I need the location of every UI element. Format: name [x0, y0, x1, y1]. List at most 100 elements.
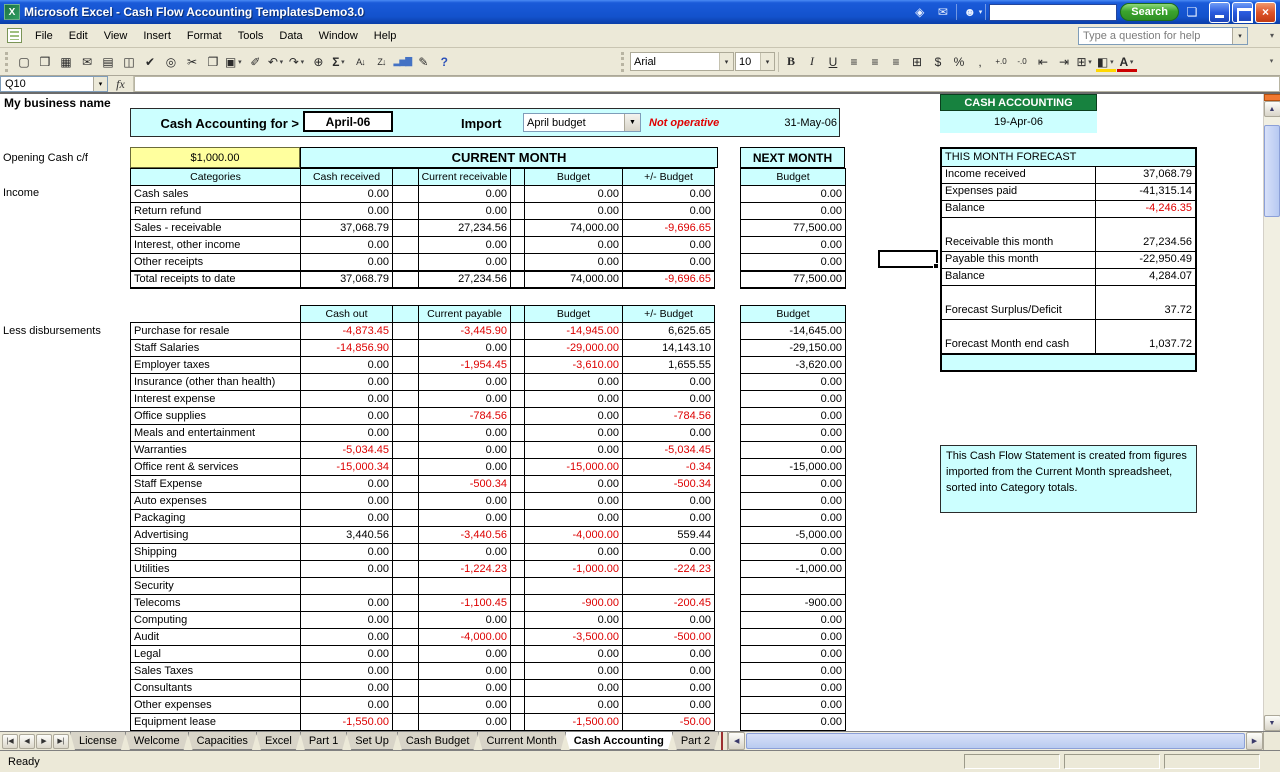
copy-icon[interactable]: ❐	[203, 52, 223, 72]
current-payable-cell[interactable]: 0.00	[419, 646, 511, 663]
cash-out-cell[interactable]: 3,440.56	[301, 527, 393, 544]
align-right-icon[interactable]: ≡	[886, 52, 906, 72]
tab-license[interactable]: License	[70, 732, 126, 750]
gap-cell[interactable]	[511, 357, 525, 374]
category-cell[interactable]: Return refund	[131, 203, 301, 220]
forecast-value[interactable]	[1095, 286, 1195, 303]
gap-cell[interactable]	[393, 544, 419, 561]
budget-cell[interactable]: -29,000.00	[525, 340, 623, 357]
forecast-value[interactable]: 37.72	[1095, 303, 1195, 319]
cash-received-cell[interactable]: 0.00	[301, 254, 393, 271]
vs-budget-cell[interactable]: 0.00	[623, 493, 715, 510]
menu-item[interactable]: File	[27, 26, 61, 46]
increase-decimal-icon[interactable]: +.0	[991, 52, 1011, 72]
next-budget-cell[interactable]: 0.00	[741, 476, 846, 493]
budget-cell[interactable]: -900.00	[525, 595, 623, 612]
gap-cell[interactable]	[511, 697, 525, 714]
cash-out-cell[interactable]: 0.00	[301, 612, 393, 629]
vs-budget-cell[interactable]: 0.00	[623, 510, 715, 527]
cash-out-cell[interactable]: 0.00	[301, 595, 393, 612]
help-icon[interactable]: ?	[434, 52, 454, 72]
next-budget-cell[interactable]: -900.00	[741, 595, 846, 612]
vs-budget-cell[interactable]: 0.00	[623, 237, 715, 254]
titlebar-compose-icon[interactable]: ❏	[1182, 3, 1202, 21]
gap-cell[interactable]	[511, 186, 525, 203]
vs-budget-cell[interactable]: 1,655.55	[623, 357, 715, 374]
tab-part-1[interactable]: Part 1	[300, 732, 347, 750]
current-date-cell[interactable]: 31-May-06	[765, 117, 837, 129]
gap-cell[interactable]	[511, 254, 525, 271]
gap-cell[interactable]	[393, 357, 419, 374]
budget-cell[interactable]: 0.00	[525, 186, 623, 203]
gap-cell[interactable]	[393, 493, 419, 510]
decrease-decimal-icon[interactable]: -.0	[1012, 52, 1032, 72]
gap-cell[interactable]	[511, 646, 525, 663]
budget-cell[interactable]: 0.00	[525, 510, 623, 527]
menu-item[interactable]: Data	[271, 26, 310, 46]
vs-budget-cell[interactable]: -9,696.65	[623, 271, 715, 288]
toolbar-grip[interactable]	[5, 52, 11, 72]
tab-set-up[interactable]: Set Up	[346, 732, 398, 750]
category-cell[interactable]: Consultants	[131, 680, 301, 697]
cash-out-cell[interactable]: 0.00	[301, 357, 393, 374]
scroll-up-icon[interactable]: ▲	[1264, 101, 1280, 117]
budget-cell[interactable]	[525, 578, 623, 595]
vs-budget-cell[interactable]: 0.00	[623, 425, 715, 442]
forecast-label[interactable]: Forecast Month end cash	[942, 337, 1095, 353]
current-payable-cell[interactable]: -1,954.45	[419, 357, 511, 374]
gap-cell[interactable]	[393, 323, 419, 340]
current-payable-cell[interactable]: 0.00	[419, 612, 511, 629]
gap-cell[interactable]	[511, 527, 525, 544]
current-payable-cell[interactable]: 0.00	[419, 510, 511, 527]
workbook-icon[interactable]	[7, 28, 22, 43]
gap-cell[interactable]	[511, 629, 525, 646]
forecast-label[interactable]	[942, 320, 1095, 337]
cash-received-cell[interactable]: 37,068.79	[301, 271, 393, 288]
next-budget-cell[interactable]: 0.00	[741, 612, 846, 629]
current-month-header[interactable]: CURRENT MONTH	[300, 147, 718, 168]
gap-cell[interactable]	[511, 203, 525, 220]
forecast-value[interactable]: 1,037.72	[1095, 337, 1195, 353]
next-budget-cell[interactable]: 0.00	[741, 425, 846, 442]
font-color-icon[interactable]: A▾	[1117, 52, 1137, 72]
chevron-down-icon[interactable]: ▾	[93, 77, 107, 91]
next-budget-cell[interactable]: 0.00	[741, 186, 846, 203]
forecast-label[interactable]: Income received	[942, 167, 1095, 183]
vs-budget-cell[interactable]: 0.00	[623, 544, 715, 561]
next-budget-cell[interactable]: 77,500.00	[741, 271, 846, 288]
format-painter-icon[interactable]: ✐	[245, 52, 265, 72]
cash-received-cell[interactable]: 0.00	[301, 186, 393, 203]
gap-cell[interactable]	[393, 271, 419, 288]
current-payable-cell[interactable]: 0.00	[419, 697, 511, 714]
tab-welcome[interactable]: Welcome	[125, 732, 189, 750]
gap-cell[interactable]	[393, 629, 419, 646]
budget-cell[interactable]: 0.00	[525, 697, 623, 714]
gap-cell[interactable]	[511, 442, 525, 459]
tab-cash-budget[interactable]: Cash Budget	[397, 732, 479, 750]
current-payable-cell[interactable]: 0.00	[419, 374, 511, 391]
minimize-button[interactable]	[1209, 2, 1230, 23]
current-receivable-cell[interactable]: 0.00	[419, 237, 511, 254]
budget-cell[interactable]: -3,500.00	[525, 629, 623, 646]
current-receivable-cell[interactable]: 0.00	[419, 186, 511, 203]
gap-cell[interactable]	[393, 663, 419, 680]
budget-cell[interactable]: 0.00	[525, 680, 623, 697]
next-budget-cell[interactable]: 0.00	[741, 510, 846, 527]
current-payable-cell[interactable]: 0.00	[419, 459, 511, 476]
vs-budget-cell[interactable]: 14,143.10	[623, 340, 715, 357]
current-payable-cell[interactable]	[419, 578, 511, 595]
menu-item[interactable]: Help	[366, 26, 405, 46]
next-budget-cell[interactable]: 0.00	[741, 203, 846, 220]
budget-cell[interactable]: -15,000.00	[525, 459, 623, 476]
gap-cell[interactable]	[393, 220, 419, 237]
current-payable-cell[interactable]: -500.34	[419, 476, 511, 493]
current-payable-cell[interactable]: 0.00	[419, 493, 511, 510]
chevron-down-icon[interactable]: ▾	[719, 53, 733, 70]
gap-cell[interactable]	[393, 476, 419, 493]
current-payable-cell[interactable]: 0.00	[419, 544, 511, 561]
gap-cell[interactable]	[511, 408, 525, 425]
horizontal-scroll-thumb[interactable]	[746, 733, 1245, 749]
category-cell[interactable]: Warranties	[131, 442, 301, 459]
col-header[interactable]: Categories	[131, 169, 301, 186]
gap-cell[interactable]	[511, 612, 525, 629]
